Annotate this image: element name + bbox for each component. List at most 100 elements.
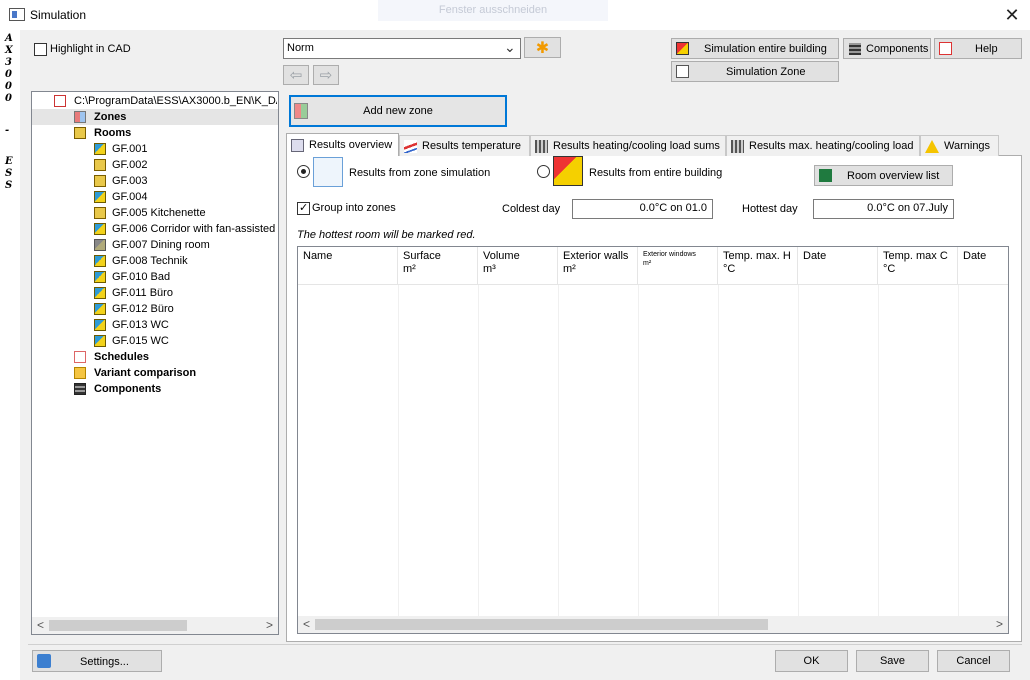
zone-cube-icon [313, 157, 343, 187]
tab-results-overview[interactable]: Results overview [286, 133, 399, 156]
radiator-icon [731, 139, 744, 153]
tree-item-zones[interactable]: Zones [32, 109, 278, 125]
highlight-checkbox[interactable] [34, 43, 47, 56]
column-header[interactable]: Surface m² [398, 247, 478, 285]
column-header[interactable]: Exterior windows m² [638, 247, 718, 285]
scroll-right-icon[interactable]: > [991, 616, 1008, 633]
tab-heating-sums[interactable]: Results heating/cooling load sums [530, 135, 726, 156]
settings-button[interactable]: Settings... [32, 650, 162, 672]
zones-icon [74, 111, 86, 123]
column-header[interactable]: Date [958, 247, 1008, 285]
components-button[interactable]: Components [843, 38, 931, 59]
column-title: Temp. max. H [723, 250, 791, 262]
hottest-day-field[interactable]: 0.0°C on 07.July [813, 199, 954, 219]
grid-hscrollbar[interactable]: < > [298, 616, 1008, 633]
building-icon [676, 42, 689, 55]
column-unit: °C [723, 263, 736, 275]
column-unit: °C [883, 263, 896, 275]
tab-results-temperature[interactable]: Results temperature [399, 135, 530, 156]
strip-char: S [5, 180, 13, 191]
room-overview-list-button[interactable]: Room overview list [814, 165, 953, 186]
column-unit: m³ [483, 263, 496, 275]
building-cube-icon [553, 156, 583, 186]
strip-char: 0 [5, 69, 12, 80]
tab-label: Results max. heating/cooling load [749, 140, 914, 152]
simulation-zone-label: Simulation Zone [726, 66, 806, 78]
group-zones-checkbox[interactable]: ✓ [297, 202, 310, 215]
column-header[interactable]: Temp. max C °C [878, 247, 958, 285]
scroll-thumb[interactable] [49, 620, 187, 631]
tree-components-label: Components [94, 383, 162, 395]
column-header[interactable]: Temp. max. H °C [718, 247, 798, 285]
home-icon [54, 95, 66, 107]
coldest-day-field[interactable]: 0.0°C on 01.0 [572, 199, 713, 219]
column-header[interactable]: Date [798, 247, 878, 285]
column-title: Volume [483, 250, 520, 262]
tree-room-label: GF.010 Bad [112, 271, 171, 283]
tree-schedules-label: Schedules [94, 351, 150, 363]
ok-button[interactable]: OK [775, 650, 848, 672]
chart-icon [404, 139, 417, 153]
simulation-building-label: Simulation entire building [704, 43, 827, 55]
column-title: Exterior windows [643, 251, 696, 258]
column-header[interactable]: Name [298, 247, 398, 285]
side-strip: A X 3 0 0 0 - E S S [0, 30, 20, 680]
room-icon [94, 143, 106, 155]
room-icon [94, 335, 106, 347]
tree-zones-label: Zones [94, 111, 127, 123]
radio-zone-label: Results from zone simulation [349, 167, 491, 179]
coldest-day-label: Coldest day [502, 203, 561, 215]
room-icon [94, 223, 106, 235]
room-icon [94, 287, 106, 299]
cancel-button[interactable]: Cancel [937, 650, 1010, 672]
close-button[interactable]: ✕ [1000, 4, 1024, 26]
room-overview-label: Room overview list [847, 170, 940, 182]
add-zone-button[interactable]: Add new zone [289, 95, 507, 127]
help-button[interactable]: Help [934, 38, 1022, 59]
column-divider [638, 285, 639, 617]
tree-root-label: C:\ProgramData\ESS\AX3000.b_EN\K_DAT [74, 95, 277, 107]
tree-room-label: GF.013 WC [112, 319, 169, 331]
tree-hscrollbar[interactable]: < > [32, 617, 278, 634]
excel-icon [819, 169, 832, 182]
scroll-left-icon[interactable]: < [298, 616, 315, 633]
column-header[interactable]: Volume m³ [478, 247, 558, 285]
components-icon [849, 43, 861, 55]
back-button[interactable]: ⇦ [283, 65, 309, 85]
forward-button[interactable]: ⇨ [313, 65, 339, 85]
scroll-thumb[interactable] [315, 619, 768, 630]
room-icon [94, 191, 106, 203]
radio-zone-simulation[interactable] [297, 165, 310, 178]
tree-rooms-label: Rooms [94, 127, 132, 139]
star-button[interactable]: ✱ [524, 37, 561, 58]
components-icon [74, 383, 86, 395]
radio-entire-building[interactable] [537, 165, 550, 178]
zone-icon [676, 65, 689, 78]
column-header[interactable]: Exterior walls m² [558, 247, 638, 285]
strip-char: E [5, 156, 13, 167]
room-icon [94, 255, 106, 267]
save-button[interactable]: Save [856, 650, 929, 672]
components-label: Components [866, 43, 929, 55]
project-tree[interactable]: C:\ProgramData\ESS\AX3000.b_EN\K_DAT Zon… [31, 91, 279, 635]
scroll-right-icon[interactable]: > [261, 617, 278, 634]
strip-char: 0 [5, 81, 12, 92]
tree-variant-label: Variant comparison [94, 367, 197, 379]
tab-label: Warnings [944, 140, 991, 152]
tab-warnings[interactable]: Warnings [920, 135, 999, 156]
column-divider [878, 285, 879, 617]
simulation-building-button[interactable]: Simulation entire building [671, 38, 839, 59]
tab-label: Results heating/cooling load sums [553, 140, 720, 152]
strip-char: 0 [5, 93, 12, 104]
simulation-zone-button[interactable]: Simulation Zone [671, 61, 839, 82]
tab-heating-max[interactable]: Results max. heating/cooling load [726, 135, 920, 156]
tree-room-label: GF.003 [112, 175, 148, 187]
results-grid[interactable]: Name Surface m² Volume m³ Exterior walls m²… [297, 246, 1009, 634]
add-zone-label: Add new zone [363, 105, 433, 117]
strip-char: A [5, 33, 13, 44]
column-title: Name [303, 250, 333, 262]
scroll-left-icon[interactable]: < [32, 617, 49, 634]
tree-room-label: GF.012 Büro [112, 303, 174, 315]
add-zone-icon [294, 103, 308, 119]
norm-select[interactable]: Norm ⌄ [283, 38, 521, 59]
